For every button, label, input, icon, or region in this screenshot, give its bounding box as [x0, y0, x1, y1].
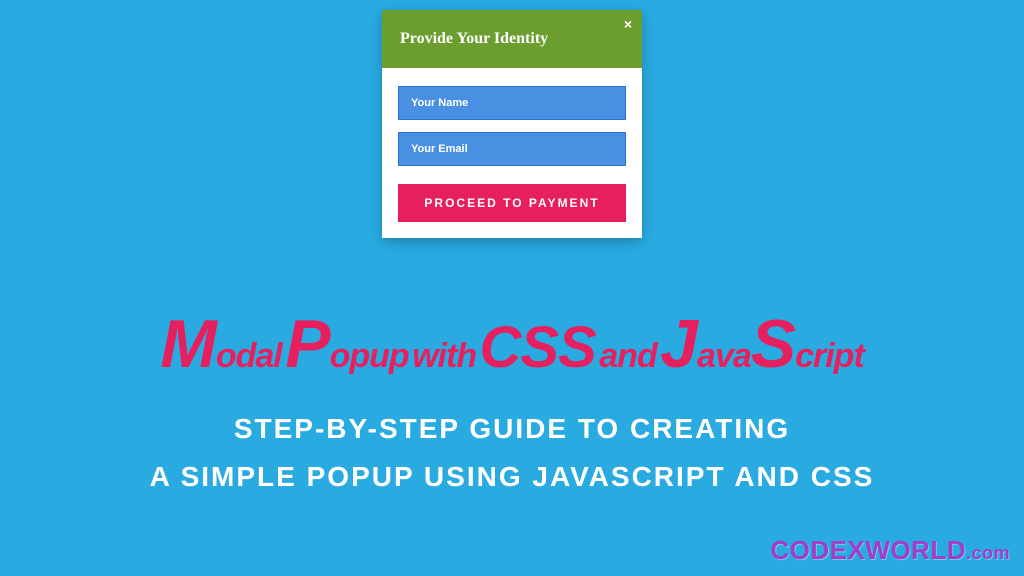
headline: Modal Popup with CSS and JavaScript	[0, 305, 1024, 383]
email-input[interactable]	[398, 132, 626, 166]
subheadline-line-1: STEP-BY-STEP GUIDE TO CREATING	[0, 405, 1024, 453]
subheadline-line-2: A SIMPLE POPUP USING JAVASCRIPT AND CSS	[0, 453, 1024, 501]
close-icon[interactable]: ×	[624, 16, 632, 32]
modal-body: PROCEED TO PAYMENT	[382, 68, 642, 238]
logo: CODEXWORLD.com	[770, 535, 1010, 566]
logo-suffix: .com	[966, 543, 1010, 563]
name-input[interactable]	[398, 86, 626, 120]
modal-popup: × Provide Your Identity PROCEED TO PAYME…	[382, 10, 642, 238]
proceed-button[interactable]: PROCEED TO PAYMENT	[398, 184, 626, 222]
modal-title: Provide Your Identity	[400, 30, 548, 47]
subheadline: STEP-BY-STEP GUIDE TO CREATING A SIMPLE …	[0, 405, 1024, 500]
logo-brand: CODEXWORLD	[770, 535, 966, 565]
modal-header: × Provide Your Identity	[382, 10, 642, 68]
